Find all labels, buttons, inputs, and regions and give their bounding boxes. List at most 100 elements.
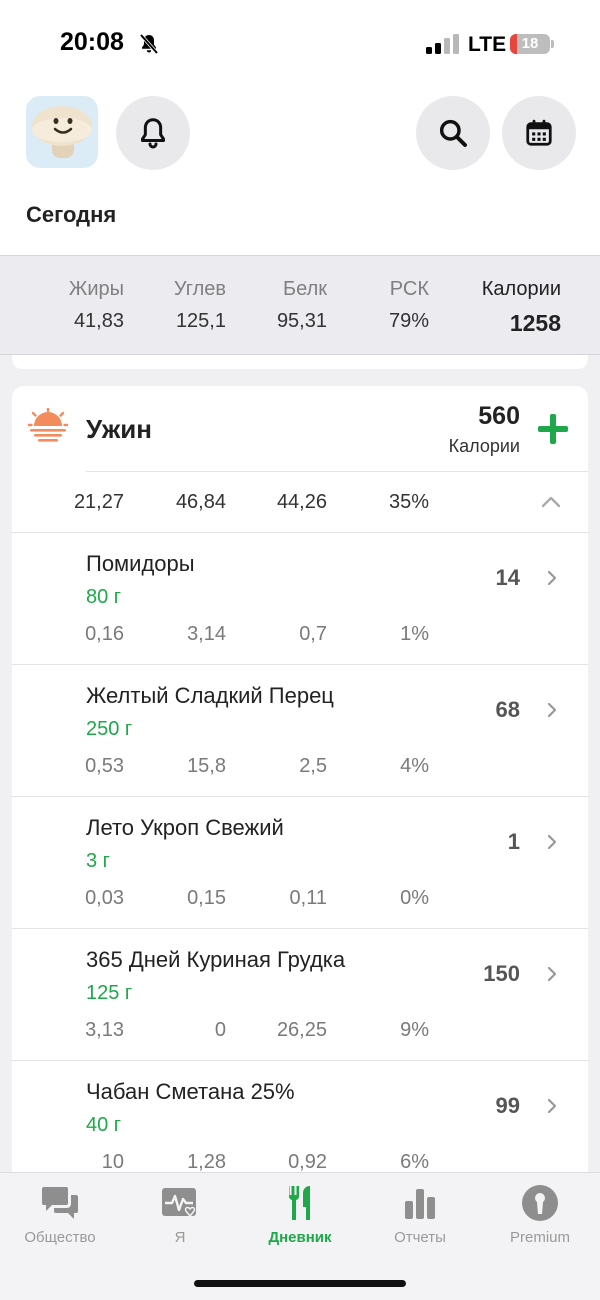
summary-fat-label: Жиры [68,278,124,300]
chevron-right-icon [547,702,557,718]
food-carbs: 15,8 [187,755,226,777]
meal-macros-row[interactable]: 21,27 46,84 44,26 35% [12,471,588,533]
summary-rsk: РСК 79% [389,278,429,333]
food-name: Помидоры [86,551,195,576]
bell-off-icon [139,33,159,55]
meal-calories: 560 [478,402,520,430]
battery-icon: 18 [510,34,550,54]
food-amount: 250 г [86,718,133,740]
tab-community[interactable]: Общество [0,1183,120,1246]
food-amount: 40 г [86,1114,122,1136]
food-amount: 3 г [86,850,110,872]
food-amount: 80 г [86,586,122,608]
food-calories: 1 [507,829,520,854]
food-name: Желтый Сладкий Перец [86,683,334,708]
food-protein: 2,5 [299,755,327,777]
chevron-right-icon [547,834,557,850]
daily-summary: Жиры 41,83 Углев 125,1 Белк 95,31 РСК 79… [0,255,600,355]
tab-label: Premium [509,1229,570,1246]
food-carbs: 0,15 [187,887,226,909]
premium-icon [522,1185,558,1221]
food-row[interactable]: Помидоры 80 г 14 0,16 3,14 0,7 1% [12,533,588,665]
meal-name: Ужин [86,414,152,444]
signal-icon [426,34,459,54]
summary-calories-label: Калории [481,278,561,300]
food-name: Лето Укроп Свежий [86,815,284,840]
food-calories: 68 [495,697,520,722]
chevron-up-icon[interactable] [540,493,562,509]
summary-rsk-value: 79% [388,310,429,332]
calendar-icon [526,119,552,146]
food-name: Чабан Сметана 25% [86,1079,295,1104]
search-icon [439,119,467,147]
page-title: Сегодня [26,202,117,227]
food-rsk: 9% [400,1019,429,1041]
battery-tip [551,40,554,48]
meal-fat: 21,27 [73,491,124,513]
food-protein: 0,11 [289,887,327,909]
home-indicator [194,1280,406,1287]
food-fat: 0,03 [85,887,124,909]
add-food-button[interactable] [536,412,570,446]
food-amount: 125 г [86,982,133,1004]
food-rsk: 4% [400,755,429,777]
status-time: 20:08 [60,28,124,56]
tab-premium[interactable]: Premium [480,1183,600,1246]
status-bar: 20:08 LTE 18 [0,0,600,90]
food-rsk: 0% [400,887,429,909]
food-carbs: 3,14 [187,623,226,645]
fork-knife-icon [288,1186,310,1220]
food-row[interactable]: Лето Укроп Свежий 3 г 1 0,03 0,15 0,11 0… [12,797,588,929]
food-protein: 0,92 [288,1151,327,1173]
battery-percent: 18 [521,35,539,52]
food-calories: 99 [495,1093,520,1118]
tab-label: Общество [24,1229,96,1246]
bell-icon [141,118,165,149]
summary-carbs-value: 125,1 [175,310,226,332]
chat-icon [42,1187,78,1219]
calendar-button[interactable] [502,96,576,170]
tab-diary[interactable]: Дневник [240,1183,360,1246]
summary-carbs-label: Углев [173,278,226,300]
health-monitor-icon [162,1188,196,1218]
food-carbs: 0 [214,1019,226,1041]
summary-fat: Жиры 41,83 [69,278,124,333]
food-calories: 150 [483,961,520,986]
food-row[interactable]: 365 Дней Куриная Грудка 125 г 150 3,13 0… [12,929,588,1061]
food-fat: 0,53 [85,755,124,777]
sunset-icon [28,408,68,442]
summary-calories-value: 1258 [509,310,561,336]
food-fat: 10 [101,1151,124,1173]
tab-reports[interactable]: Отчеты [360,1183,480,1246]
network-label: LTE [468,33,507,56]
chevron-right-icon [547,966,557,982]
summary-fat-value: 41,83 [73,310,124,332]
tab-label: Отчеты [394,1229,446,1246]
food-row[interactable]: Чабан Сметана 25% 40 г 99 10 1,28 0,92 6… [12,1061,588,1186]
food-row[interactable]: Желтый Сладкий Перец 250 г 68 0,53 15,8 … [12,665,588,797]
tab-label: Я [174,1229,186,1246]
chevron-right-icon [547,570,557,586]
tab-me[interactable]: Я [120,1183,240,1246]
food-fat: 0,16 [85,623,124,645]
meal-calories-label: Калории [448,436,520,456]
notifications-button[interactable] [116,96,190,170]
previous-card-edge [12,355,588,369]
food-carbs: 1,28 [187,1151,226,1173]
search-button[interactable] [416,96,490,170]
tab-label: Дневник [268,1229,332,1246]
bar-chart-icon [405,1189,435,1219]
meal-protein: 44,26 [276,491,327,513]
food-rsk: 1% [400,623,429,645]
food-protein: 26,25 [276,1019,327,1041]
header: Сегодня [0,90,600,255]
mushroom-avatar-icon[interactable] [26,96,98,168]
food-calories: 14 [495,565,520,590]
summary-rsk-label: РСК [389,278,429,300]
meal-carbs: 46,84 [175,491,226,513]
food-rsk: 6% [400,1151,429,1173]
chevron-right-icon [547,1098,557,1114]
summary-protein: Белк 95,31 [277,278,327,333]
mushroom-icon [32,106,92,158]
food-name: 365 Дней Куриная Грудка [86,947,346,972]
